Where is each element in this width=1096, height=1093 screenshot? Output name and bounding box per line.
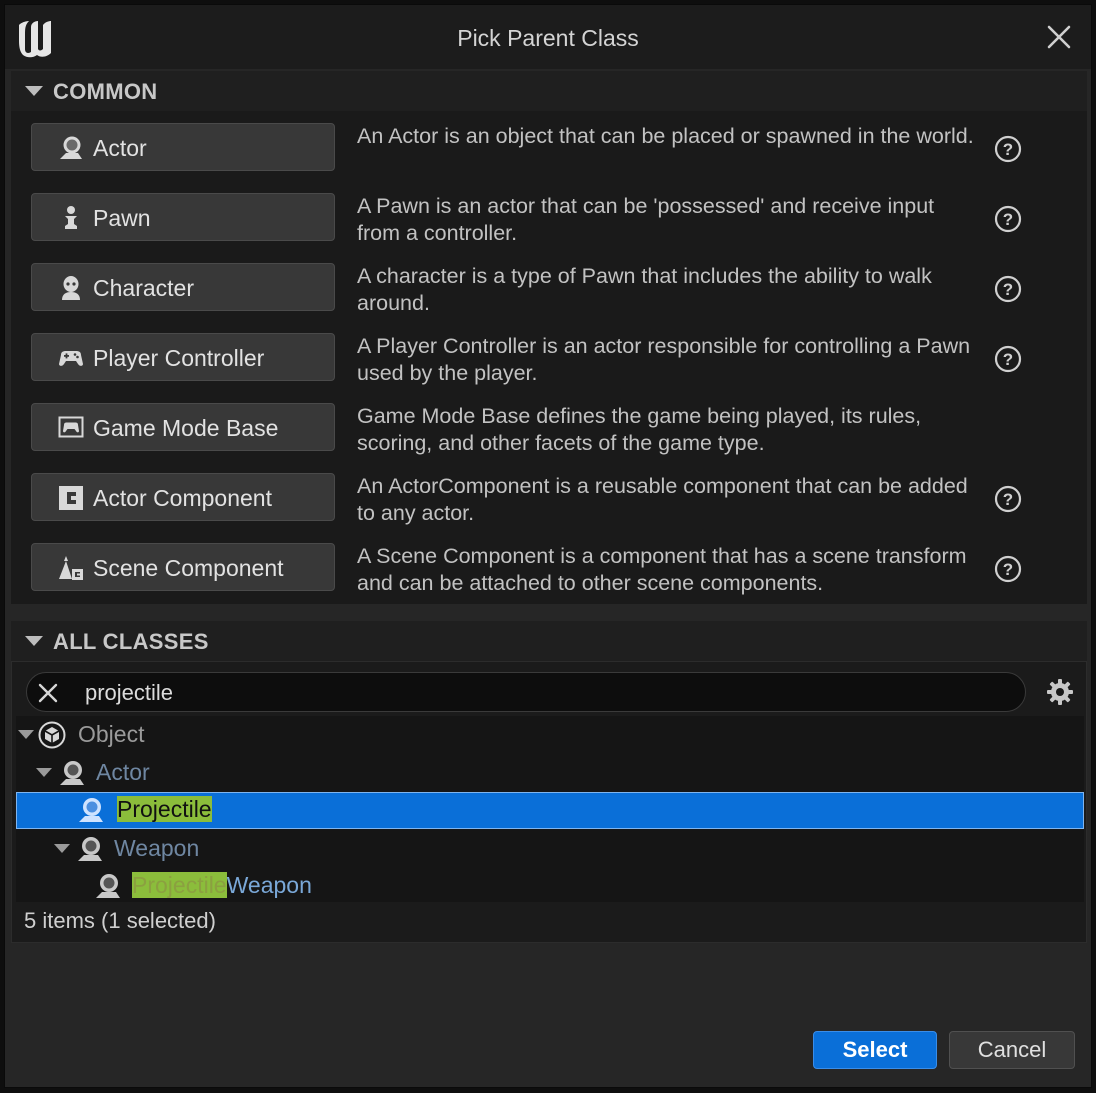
collapse-triangle-icon[interactable] [25,86,43,96]
scene-component-class-button[interactable]: Scene Component [31,543,335,591]
button-label: Player Controller [93,345,265,371]
help-icon[interactable]: ? [994,555,1022,583]
button-label: Actor Component [93,485,272,511]
gamepad-icon [59,351,83,366]
actor-component-class-button[interactable]: Actor Component [31,473,335,521]
common-row-pawn: Pawn A Pawn is an actor that can be 'pos… [11,181,1087,251]
character-class-button[interactable]: Character [31,263,335,311]
clear-search-icon[interactable] [37,682,59,704]
button-label: Game Mode Base [93,415,279,441]
actor-icon [78,837,102,861]
close-icon[interactable] [1045,23,1073,51]
common-row-character: Character A character is a type of Pawn … [11,251,1087,321]
tree-row-object[interactable]: Object [16,716,1084,753]
actor-icon [60,761,84,785]
collapse-triangle-icon[interactable] [25,636,43,646]
pick-parent-class-dialog: Pick Parent Class COMMON Actor An Actor … [4,4,1092,1088]
common-section-label: COMMON [53,79,158,104]
common-row-game-mode-base: Game Mode Base Game Mode Base defines th… [11,391,1087,461]
button-label: Pawn [93,205,151,231]
button-label: Actor [93,135,147,161]
svg-text:?: ? [1003,210,1013,229]
common-row-actor-component: Actor Component An ActorComponent is a r… [11,461,1087,531]
class-tree[interactable]: Object Actor Projectile Weapon Projectil… [16,716,1084,902]
search-match-highlight: Projectile [132,872,227,898]
tree-label: ProjectileWeapon [132,872,312,899]
help-icon[interactable]: ? [994,275,1022,303]
class-description: Game Mode Base defines the game being pl… [357,404,922,455]
common-row-actor: Actor An Actor is an object that can be … [11,111,1087,181]
svg-text:?: ? [1003,350,1013,369]
tree-label-rest: Weapon [226,872,312,898]
common-section-header[interactable]: COMMON [11,71,1087,111]
common-row-player-controller: Player Controller A Player Controller is… [11,321,1087,391]
actor-component-icon [59,486,83,510]
svg-text:?: ? [1003,140,1013,159]
class-description: A Pawn is an actor that can be 'possesse… [357,194,935,245]
pawn-icon [65,206,77,229]
actor-class-button[interactable]: Actor [31,123,335,171]
tree-label: Projectile [117,796,212,823]
class-description: A Scene Component is a component that ha… [357,544,967,595]
tree-row-projectile[interactable]: Projectile [16,792,1084,829]
game-mode-base-class-button[interactable]: Game Mode Base [31,403,335,451]
search-input[interactable] [83,677,987,709]
tree-row-projectile-weapon[interactable]: ProjectileWeapon [16,867,1084,904]
item-count-status: 5 items (1 selected) [24,908,216,933]
svg-text:?: ? [1003,560,1013,579]
common-row-scene-component: Scene Component A Scene Component is a c… [11,531,1087,601]
button-label: Character [93,275,194,301]
tree-row-weapon[interactable]: Weapon [16,830,1084,867]
svg-text:?: ? [1003,280,1013,299]
help-icon[interactable]: ? [994,485,1022,513]
game-mode-icon [58,416,84,438]
tree-label: Object [78,721,145,747]
actor-icon [79,798,103,822]
expand-arrow-icon[interactable] [36,768,52,777]
select-button[interactable]: Select [813,1031,937,1069]
title-bar[interactable]: Pick Parent Class [5,5,1091,69]
object-icon [38,721,66,749]
search-box[interactable] [26,672,1026,712]
class-description: A Player Controller is an actor responsi… [357,334,971,385]
actor-icon [96,874,120,898]
expand-arrow-icon[interactable] [54,844,70,853]
help-icon[interactable]: ? [994,205,1022,233]
common-classes-panel: Actor An Actor is an object that can be … [11,111,1087,604]
all-classes-section-label: ALL CLASSES [53,629,209,654]
character-icon [62,276,80,300]
all-classes-section-header[interactable]: ALL CLASSES [11,621,1087,661]
class-description: An Actor is an object that can be placed… [357,124,974,148]
help-icon[interactable]: ? [994,135,1022,163]
class-description: A character is a type of Pawn that inclu… [357,264,932,315]
all-classes-panel: Object Actor Projectile [11,661,1087,943]
expand-arrow-icon[interactable] [18,730,34,739]
pawn-class-button[interactable]: Pawn [31,193,335,241]
help-icon[interactable]: ? [994,345,1022,373]
player-controller-class-button[interactable]: Player Controller [31,333,335,381]
tree-label: Actor [96,759,150,785]
scene-component-icon [59,556,83,580]
dialog-title: Pick Parent Class [457,25,639,51]
class-description: An ActorComponent is a reusable componen… [357,474,968,525]
actor-icon [60,136,82,159]
gear-icon[interactable] [1046,678,1074,706]
cancel-button[interactable]: Cancel [949,1031,1075,1069]
tree-label: Weapon [114,835,200,861]
search-match-highlight: Projectile [117,796,212,822]
svg-text:?: ? [1003,490,1013,509]
tree-row-actor[interactable]: Actor [16,754,1084,791]
button-label: Scene Component [93,555,284,581]
